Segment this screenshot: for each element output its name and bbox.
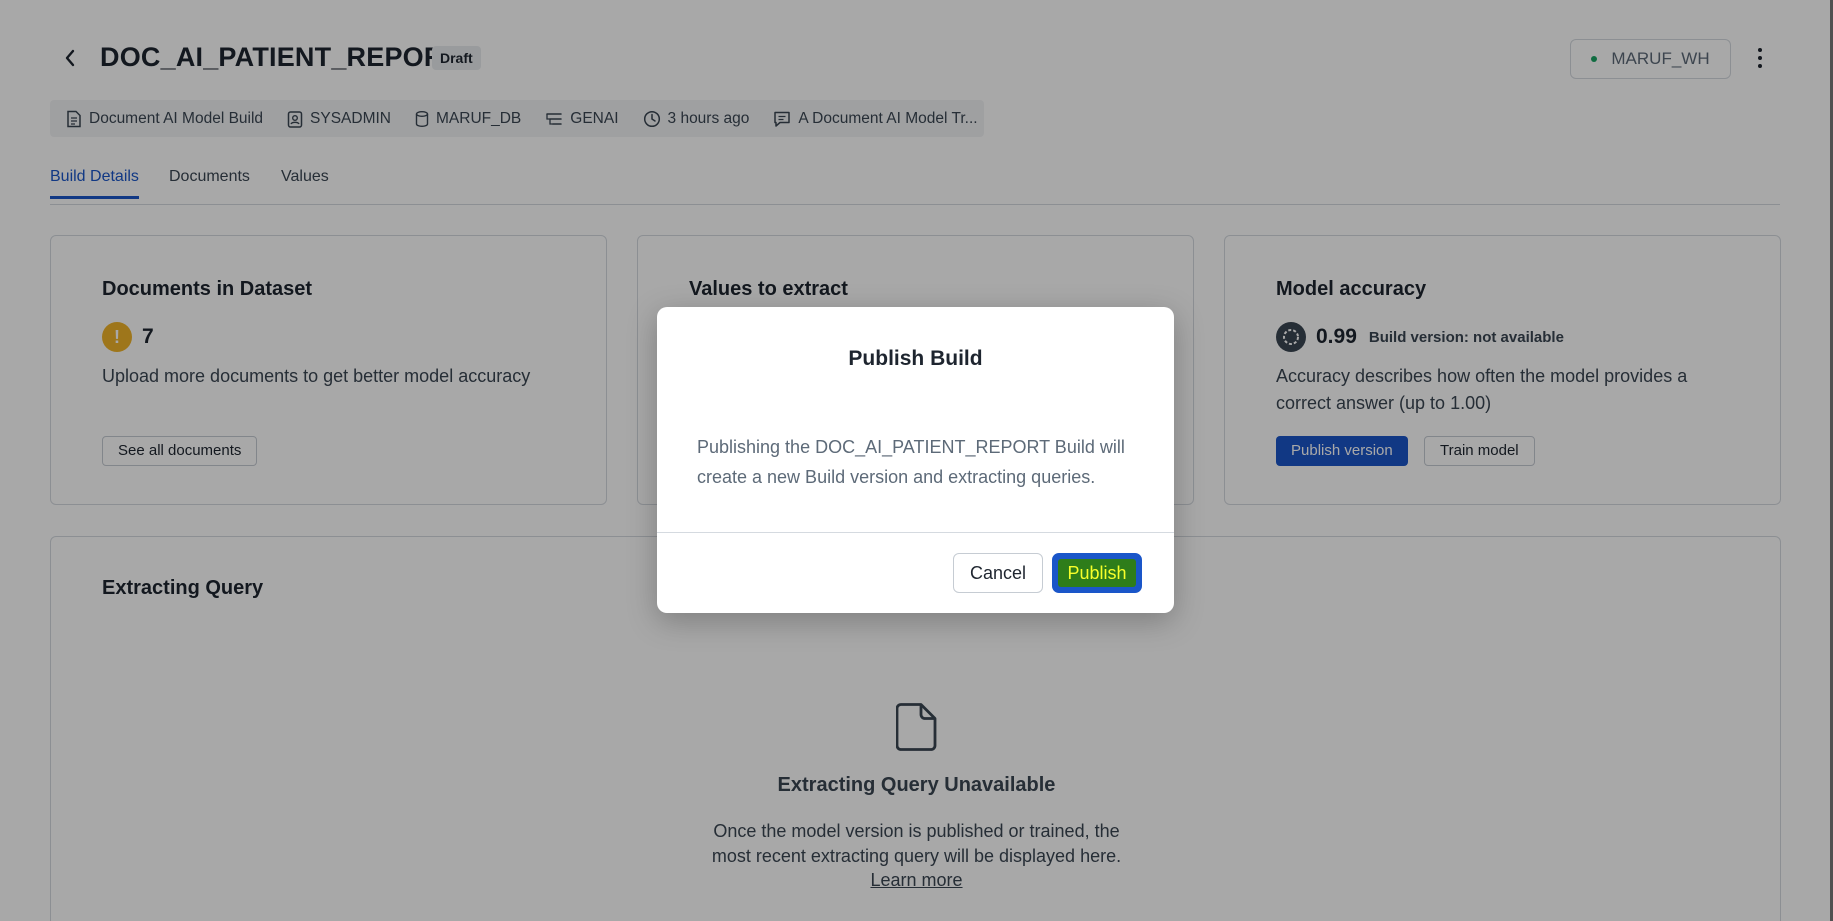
publish-button-label: Publish <box>1058 559 1136 587</box>
dialog-divider <box>657 532 1174 533</box>
dialog-body: Publishing the DOC_AI_PATIENT_REPORT Bui… <box>697 437 1125 487</box>
publish-button[interactable]: Publish <box>1052 553 1142 593</box>
publish-build-dialog: Publish Build Publishing the DOC_AI_PATI… <box>657 307 1174 613</box>
dialog-title: Publish Build <box>848 347 983 370</box>
cancel-button[interactable]: Cancel <box>953 553 1043 593</box>
